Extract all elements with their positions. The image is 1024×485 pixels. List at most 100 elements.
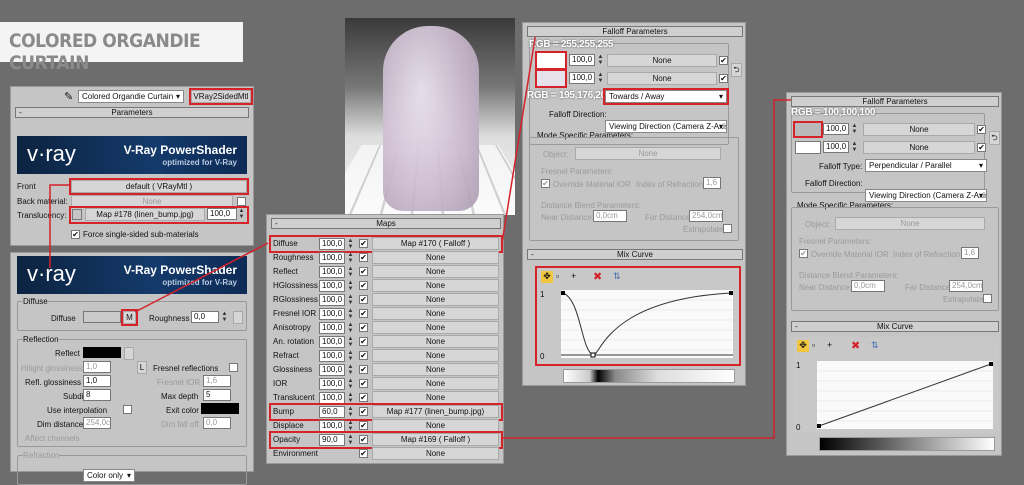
map-enabled-checkbox[interactable]: ✔ — [359, 253, 368, 262]
map-enabled-checkbox[interactable]: ✔ — [359, 239, 368, 248]
map-slot-button[interactable]: Map #177 (linen_bump.jpg) — [372, 405, 499, 418]
map-amount-spinner[interactable]: ▲ ▼ — [347, 308, 354, 320]
map-amount-input[interactable]: 100,0 — [319, 308, 345, 320]
curve-point[interactable] — [590, 352, 596, 358]
map-slot-button[interactable]: None — [372, 251, 499, 264]
mix-curve-rollout-header[interactable]: - Mix Curve — [791, 321, 999, 332]
map-amount-spinner[interactable]: ▲ ▼ — [347, 364, 354, 376]
map1-checkbox[interactable]: ✔ — [719, 56, 728, 65]
map1-button[interactable]: None — [607, 54, 717, 67]
amount1-spinner[interactable]: ▲ ▼ — [597, 54, 604, 66]
map-amount-spinner[interactable]: ▲ ▼ — [347, 322, 354, 334]
map-amount-spinner[interactable]: ▲ ▼ — [347, 392, 354, 404]
back-material-button[interactable]: None — [71, 195, 233, 208]
map-amount-input[interactable]: 100,0 — [319, 294, 345, 306]
falloff-type-dropdown[interactable]: Towards / Away — [603, 88, 729, 105]
ior-input[interactable]: 1,6 — [961, 247, 979, 259]
curve-point[interactable] — [817, 424, 821, 428]
translucency-map-button[interactable]: Map #178 (linen_bump.jpg) — [85, 208, 205, 221]
map-enabled-checkbox[interactable]: ✔ — [359, 379, 368, 388]
dim-distance-input[interactable]: 254,0c — [83, 417, 111, 429]
map-amount-input[interactable]: 100,0 — [319, 322, 345, 334]
color2-swatch[interactable] — [535, 69, 567, 88]
map-slot-button[interactable]: None — [372, 447, 499, 460]
map-amount-spinner[interactable]: ▲ ▼ — [347, 294, 354, 306]
map-enabled-checkbox[interactable]: ✔ — [359, 365, 368, 374]
map-amount-input[interactable]: 100,0 — [319, 266, 345, 278]
map-enabled-checkbox[interactable]: ✔ — [359, 267, 368, 276]
map-amount-input[interactable]: 100,0 — [319, 350, 345, 362]
reset-curve-icon[interactable]: ⇅ — [613, 271, 621, 282]
map-amount-input[interactable]: 100,0 — [319, 378, 345, 390]
map2-button[interactable]: None — [607, 72, 717, 85]
front-material-button[interactable]: default ( VRayMtl ) — [69, 178, 249, 195]
hilight-glossiness-input[interactable]: 1,0 — [83, 361, 111, 373]
roughness-map-button[interactable] — [233, 311, 243, 324]
object-button[interactable]: None — [835, 217, 985, 230]
map-slot-button[interactable]: None — [372, 363, 499, 376]
translucency-color-swatch[interactable] — [72, 209, 82, 220]
map-amount-input[interactable]: 60,0 — [319, 406, 345, 418]
map-enabled-checkbox[interactable]: ✔ — [359, 393, 368, 402]
map-amount-spinner[interactable]: ▲ ▼ — [347, 434, 354, 446]
map-enabled-checkbox[interactable]: ✔ — [359, 351, 368, 360]
subdivs-input[interactable]: 8 — [83, 389, 111, 401]
translucency-spinner[interactable]: ▲ ▼ — [238, 208, 245, 220]
map-amount-input[interactable]: 100,0 — [319, 252, 345, 264]
near-distance-input[interactable]: 0,0cm — [851, 280, 885, 292]
object-button[interactable]: None — [575, 147, 721, 160]
mix-curve-rollout-header[interactable]: - Mix Curve — [527, 249, 743, 260]
map-amount-input[interactable]: 100,0 — [319, 280, 345, 292]
map-amount-spinner[interactable]: ▲ ▼ — [347, 336, 354, 348]
move-tool-icon[interactable]: ✥ — [797, 340, 809, 352]
extrapolate-checkbox[interactable] — [723, 224, 732, 233]
map-amount-input[interactable]: 100,0 — [319, 420, 345, 432]
map-amount-spinner[interactable]: ▲ ▼ — [347, 252, 354, 264]
color2-swatch[interactable] — [795, 141, 821, 154]
max-depth-input[interactable]: 5 — [203, 389, 231, 401]
map-amount-spinner[interactable]: ▲ ▼ — [347, 238, 354, 250]
map-enabled-checkbox[interactable]: ✔ — [359, 449, 368, 458]
delete-point-icon[interactable]: ✖ — [593, 270, 602, 283]
map-amount-input[interactable]: 90,0 — [319, 434, 345, 446]
color1-swatch[interactable] — [793, 121, 823, 138]
map-enabled-checkbox[interactable]: ✔ — [359, 435, 368, 444]
map-slot-button[interactable]: None — [372, 293, 499, 306]
ior-input[interactable]: 1,6 — [703, 177, 721, 189]
reflect-color-swatch[interactable] — [83, 347, 121, 358]
falloff-rollout-header[interactable]: Falloff Parameters — [527, 26, 743, 37]
falloff-rollout-header[interactable]: Falloff Parameters — [791, 96, 999, 107]
amount1-spinner[interactable]: ▲ ▼ — [851, 123, 858, 135]
map-amount-spinner[interactable]: ▲ ▼ — [347, 280, 354, 292]
amount1-input[interactable]: 100,0 — [569, 54, 595, 66]
map-slot-button[interactable]: None — [372, 335, 499, 348]
override-ior-checkbox[interactable]: ✔ — [799, 249, 808, 258]
map-enabled-checkbox[interactable]: ✔ — [359, 407, 368, 416]
map2-checkbox[interactable]: ✔ — [719, 74, 728, 83]
material-type-button[interactable]: VRay2SidedMtl — [189, 88, 253, 105]
near-distance-input[interactable]: 0,0cm — [593, 210, 627, 222]
map-slot-button[interactable]: None — [372, 377, 499, 390]
hilight-lock-button[interactable]: L — [137, 361, 147, 374]
amount2-input[interactable]: 100,0 — [569, 72, 595, 84]
map-amount-spinner[interactable]: ▲ ▼ — [347, 350, 354, 362]
map-amount-input[interactable]: 100,0 — [319, 336, 345, 348]
add-point-icon[interactable]: + — [827, 340, 832, 350]
reflect-map-button[interactable] — [124, 347, 134, 360]
map-slot-button[interactable]: Map #169 ( Falloff ) — [372, 433, 499, 446]
amount2-input[interactable]: 100,0 — [823, 141, 849, 153]
use-interpolation-checkbox[interactable] — [123, 405, 132, 414]
curve-point[interactable] — [729, 291, 733, 295]
amount2-spinner[interactable]: ▲ ▼ — [597, 72, 604, 84]
map-amount-input[interactable]: 100,0 — [319, 364, 345, 376]
map-amount-spinner[interactable]: ▲ ▼ — [347, 406, 354, 418]
force-single-sided-checkbox[interactable]: ✔ — [71, 230, 80, 239]
amount1-input[interactable]: 100,0 — [823, 123, 849, 135]
move-tool-icon[interactable]: ✥ — [541, 271, 553, 283]
color1-swatch[interactable] — [535, 51, 567, 70]
map-amount-input[interactable]: 100,0 — [319, 238, 345, 250]
diffuse-color-swatch[interactable] — [83, 311, 121, 323]
scale-point-icon[interactable]: ▫ — [556, 271, 559, 281]
dim-falloff-input[interactable]: 0,0 — [203, 417, 231, 429]
map-enabled-checkbox[interactable]: ✔ — [359, 337, 368, 346]
